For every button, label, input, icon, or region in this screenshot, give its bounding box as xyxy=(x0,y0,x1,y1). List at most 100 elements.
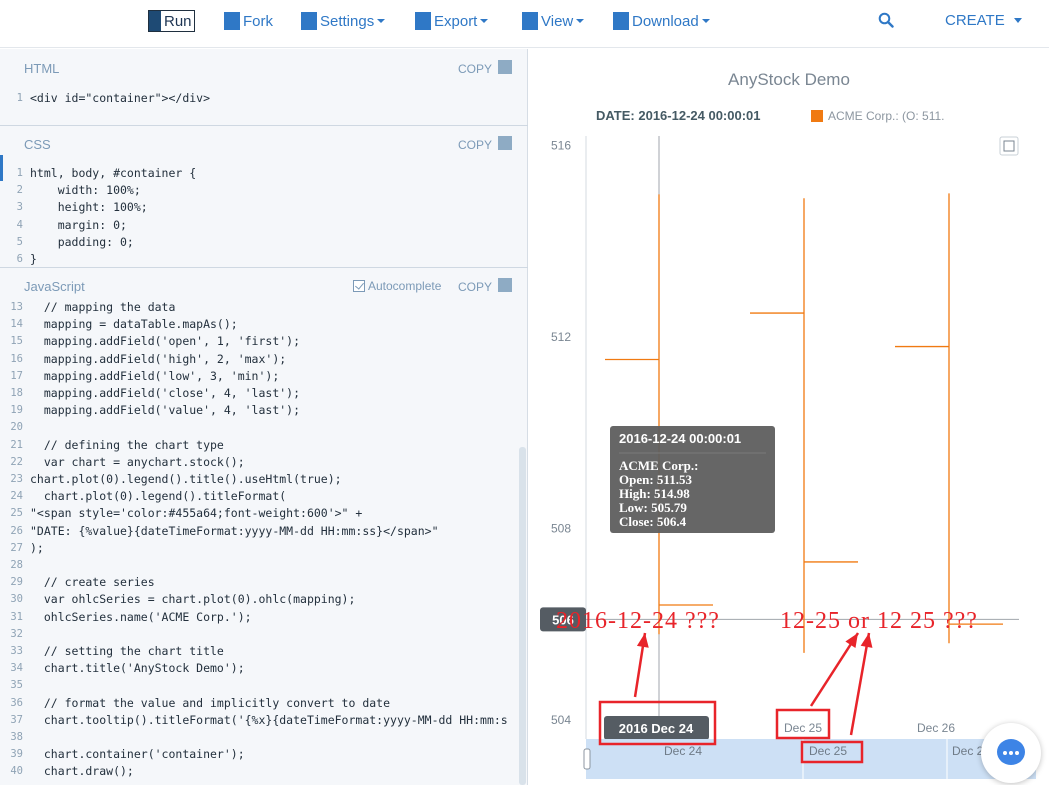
autocomplete-toggle[interactable]: Autocomplete xyxy=(353,279,441,293)
code-line[interactable]: 1 <div id="container"></div> xyxy=(0,90,210,107)
line-number: 37 xyxy=(10,713,23,726)
scroller-handle xyxy=(583,748,591,770)
css-code-editor[interactable]: 1 html, body, #container {2 width: 100%; 3… xyxy=(0,165,197,268)
code-line[interactable]: 21 // defining the chart type xyxy=(0,437,508,454)
annotation-arrow xyxy=(849,632,871,736)
code-line[interactable]: 5 padding: 0; xyxy=(0,234,196,251)
code-line[interactable]: 31 ohlcSeries.name('ACME Corp.'); xyxy=(0,609,508,626)
view-label: View xyxy=(541,12,574,30)
create-menu[interactable]: CREATE xyxy=(945,12,1022,29)
js-copy-button[interactable]: COPY xyxy=(458,280,492,294)
code-line[interactable]: 16 mapping.addField('high', 2, 'max'); xyxy=(0,351,508,368)
js-panel-header: JavaScript Autocomplete COPY xyxy=(0,267,528,297)
view-icon xyxy=(522,12,538,30)
stock-chart[interactable]: AnyStock Demo DATE: 2016-12-24 00:00:01 AC… xyxy=(529,49,1049,785)
code-line[interactable]: 14 mapping = dataTable.mapAs(); xyxy=(0,316,508,333)
code-text: <div id="container"></div> xyxy=(30,91,211,105)
run-icon xyxy=(149,11,161,31)
code-line[interactable]: 26 "DATE: {%value}{dateTimeFormat:yyyy-MM… xyxy=(0,523,508,540)
code-line[interactable]: 1 html, body, #container { xyxy=(0,165,197,182)
line-number: 21 xyxy=(10,438,23,451)
code-text: var ohlcSeries = chart.plot(0).ohlc(mapp… xyxy=(30,592,356,607)
editor-scrollbar[interactable] xyxy=(519,447,526,785)
annotation-arrowhead xyxy=(845,633,858,649)
code-line[interactable]: 2 width: 100%; xyxy=(0,182,196,199)
line-number: 20 xyxy=(10,421,23,434)
code-line[interactable]: 39 chart.container('container'); xyxy=(0,746,508,763)
checkbox-checked-icon[interactable] xyxy=(353,280,365,292)
code-line[interactable]: 18 mapping.addField('close', 4, 'last'); xyxy=(0,385,508,402)
chat-dot xyxy=(1015,751,1019,755)
code-text: chart.plot(0).legend().titleFormat( xyxy=(30,489,287,504)
settings-icon xyxy=(301,12,317,30)
code-line[interactable]: 23 chart.plot(0).legend().title().useHtml… xyxy=(0,471,508,488)
code-text: chart.plot(0).legend().title().useHtml(t… xyxy=(30,472,342,487)
line-number: 22 xyxy=(10,455,23,468)
code-line[interactable]: 40 chart.draw(); xyxy=(0,763,508,780)
line-number: 23 xyxy=(10,473,23,486)
copy-icon[interactable] xyxy=(498,136,512,150)
copy-icon[interactable] xyxy=(498,278,512,292)
code-text: padding: 0; xyxy=(30,234,134,249)
code-line[interactable]: 36 // format the value and implicitly co… xyxy=(0,695,508,712)
code-line[interactable]: 37 chart.tooltip().titleFormat('{%x}{dat… xyxy=(0,712,507,729)
code-line[interactable]: 6} xyxy=(0,251,196,268)
code-line[interactable]: 29 // create series xyxy=(0,574,508,591)
chart-preview: AnyStock Demo DATE: 2016-12-24 00:00:01 AC… xyxy=(529,49,1049,785)
code-line[interactable]: 35 xyxy=(0,677,508,694)
legend-date: DATE: 2016-12-24 00:00:01 xyxy=(596,108,761,123)
chevron-down-icon xyxy=(701,19,710,23)
code-text: mapping.addField('open', 1, 'first'); xyxy=(30,334,301,349)
chart-title: AnyStock Demo xyxy=(728,70,850,89)
copy-icon[interactable] xyxy=(498,60,512,74)
tooltip-line: High: 514.98 xyxy=(619,486,690,501)
code-text: mapping.addField('low', 3, 'min'); xyxy=(30,368,280,383)
download-menu[interactable]: Download xyxy=(613,10,710,32)
code-text: mapping.addField('high', 2, 'max'); xyxy=(30,351,287,366)
chat-button[interactable] xyxy=(981,723,1041,783)
line-number: 5 xyxy=(16,235,23,248)
html-panel-title: HTML xyxy=(24,61,60,76)
fork-button[interactable]: Fork xyxy=(224,10,273,32)
code-line[interactable]: 17 mapping.addField('low', 3, 'min'); xyxy=(0,368,508,385)
view-menu[interactable]: View xyxy=(522,10,585,32)
line-number: 27 xyxy=(10,541,23,554)
code-line[interactable]: 38 xyxy=(0,729,508,746)
html-copy-button[interactable]: COPY xyxy=(458,62,492,76)
run-button[interactable]: Run xyxy=(148,10,195,32)
code-line[interactable]: 19 mapping.addField('value', 4, 'last'); xyxy=(0,402,508,419)
code-text: height: 100%; xyxy=(30,200,148,215)
code-line[interactable]: 33 // setting the chart title xyxy=(0,643,508,660)
css-panel-header: CSS COPY xyxy=(0,125,528,155)
line-number: 24 xyxy=(10,490,23,503)
export-menu[interactable]: Export xyxy=(415,10,489,32)
css-copy-button[interactable]: COPY xyxy=(458,138,492,152)
line-number: 4 xyxy=(16,218,23,231)
code-line[interactable]: 22 var chart = anychart.stock(); xyxy=(0,454,508,471)
code-line[interactable]: 30 var ohlcSeries = chart.plot(0).ohlc(m… xyxy=(0,591,508,608)
code-line[interactable]: 32 xyxy=(0,626,508,643)
code-line[interactable]: 24 chart.plot(0).legend().titleFormat( xyxy=(0,488,508,505)
line-number: 33 xyxy=(10,645,23,658)
code-line[interactable]: 25 "<span style='color:#455a64;font-weigh… xyxy=(0,505,508,522)
js-code-editor[interactable]: 13 // mapping the data 14 mapping = dataT… xyxy=(0,299,508,781)
code-line[interactable]: 13 // mapping the data xyxy=(0,299,508,316)
html-code-editor[interactable]: 1 <div id="container"></div> xyxy=(0,90,210,107)
y-tick-label: 508 xyxy=(551,521,571,535)
code-line[interactable]: 28 xyxy=(0,557,508,574)
code-text: mapping.addField('close', 4, 'last'); xyxy=(30,386,301,401)
tooltip-line: Low: 505.79 xyxy=(619,500,687,515)
code-text: "<span style='color:#455a64;font-weight:… xyxy=(30,506,363,521)
line-number: 17 xyxy=(10,369,23,382)
code-line[interactable]: 3 height: 100%; xyxy=(0,199,196,216)
search-icon[interactable] xyxy=(878,12,894,28)
settings-menu[interactable]: Settings xyxy=(301,10,386,32)
code-line[interactable]: 15 mapping.addField('open', 1, 'first'); xyxy=(0,333,508,350)
x-tick-label: Dec 26 xyxy=(917,721,955,735)
code-line[interactable]: 4 margin: 0; xyxy=(0,217,196,234)
code-text: // create series xyxy=(30,575,155,590)
code-line[interactable]: 20 xyxy=(0,419,508,436)
code-line[interactable]: 34 chart.title('AnyStock Demo'); xyxy=(0,660,508,677)
tooltip-line: Open: 511.53 xyxy=(619,472,692,487)
code-line[interactable]: 27); xyxy=(0,540,508,557)
